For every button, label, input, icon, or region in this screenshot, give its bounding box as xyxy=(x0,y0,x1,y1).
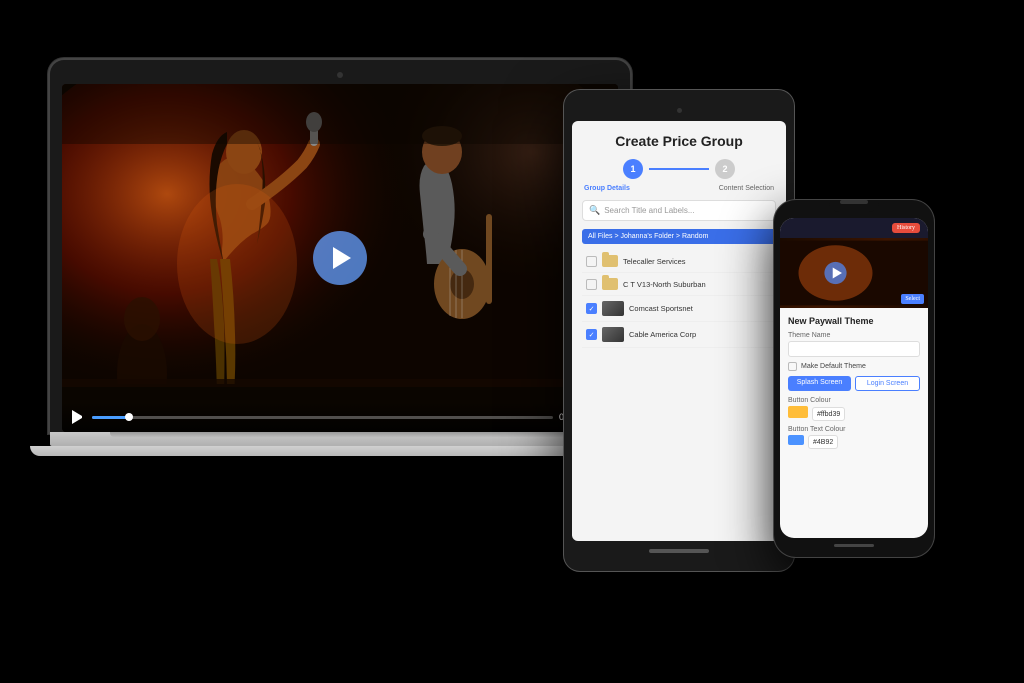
default-theme-row[interactable]: Make Default Theme xyxy=(788,362,920,371)
tablet-screen: Create Price Group 1 2 Group Details Con… xyxy=(572,121,786,541)
video-thumb-4 xyxy=(602,327,624,342)
phone-speaker xyxy=(840,200,868,204)
search-placeholder-text: Search Title and Labels... xyxy=(604,206,694,215)
phone-notch xyxy=(829,200,879,212)
phone-screen: History Select New Paywall Theme Theme N… xyxy=(780,218,928,538)
breadcrumb-bar: All Files > Johanna's Folder > Random xyxy=(582,229,776,244)
tablet-content: Create Price Group 1 2 Group Details Con… xyxy=(572,121,786,360)
laptop-camera xyxy=(337,72,343,78)
theme-name-label: Theme Name xyxy=(788,332,920,339)
laptop-device: 0:05 🔊 ⛶ xyxy=(50,60,630,456)
video-thumb-3 xyxy=(602,301,624,316)
file-name-4: Cable America Corp xyxy=(629,330,772,339)
breadcrumb-text: All Files > Johanna's Folder > Random xyxy=(588,233,708,240)
theme-name-input[interactable] xyxy=(788,341,920,357)
button-colour-label: Button Colour xyxy=(788,397,920,404)
step-labels: Group Details Content Selection xyxy=(582,185,776,192)
laptop-screen-outer: 0:05 🔊 ⛶ xyxy=(50,60,630,432)
checkbox-1[interactable] xyxy=(586,256,597,267)
checkbox-3[interactable]: ✓ xyxy=(586,303,597,314)
tablet-form-title: Create Price Group xyxy=(582,133,776,149)
screen-type-buttons: Splash Screen Login Screen xyxy=(788,376,920,391)
phone-home-bar xyxy=(834,544,874,547)
file-name-3: Comcast Sportsnet xyxy=(629,304,772,313)
folder-icon-1 xyxy=(602,255,618,267)
step-1-label: Group Details xyxy=(584,185,630,192)
tablet-device: Create Price Group 1 2 Group Details Con… xyxy=(564,90,794,571)
splash-screen-button[interactable]: Splash Screen xyxy=(788,376,851,391)
file-row-2[interactable]: C T V13-North Suburban xyxy=(582,273,776,296)
default-theme-checkbox[interactable] xyxy=(788,362,797,371)
tablet-home-bar xyxy=(649,549,709,553)
folder-icon-2 xyxy=(602,278,618,290)
phone-form-title: New Paywall Theme xyxy=(788,316,920,326)
concert-background: 0:05 🔊 ⛶ xyxy=(62,84,618,432)
step-2-number: 2 xyxy=(722,164,727,174)
search-bar[interactable]: 🔍 Search Title and Labels... xyxy=(582,200,776,221)
file-name-1: Telecaller Services xyxy=(623,257,772,266)
step-2-circle: 2 xyxy=(715,159,735,179)
video-controls-bar[interactable]: 0:05 🔊 ⛶ xyxy=(62,402,618,432)
button-text-colour-input[interactable]: #4B92 xyxy=(808,435,838,449)
checkbox-4[interactable]: ✓ xyxy=(586,329,597,340)
phone-header: History xyxy=(780,218,928,238)
button-text-colour-label: Button Text Colour xyxy=(788,426,920,433)
search-icon: 🔍 xyxy=(589,205,600,216)
phone-video-select-btn[interactable]: Select xyxy=(901,294,924,304)
file-name-2: C T V13-North Suburban xyxy=(623,280,772,289)
laptop-bottom xyxy=(30,446,650,456)
phone-video-thumbnail: Select xyxy=(780,238,928,308)
step-line xyxy=(649,168,709,170)
button-colour-swatch xyxy=(788,406,808,418)
progress-bar[interactable] xyxy=(92,416,553,419)
file-row-4[interactable]: ✓ Cable America Corp xyxy=(582,322,776,348)
laptop-screen: 0:05 🔊 ⛶ xyxy=(62,84,618,432)
progress-handle[interactable] xyxy=(125,413,133,421)
checkbox-2[interactable] xyxy=(586,279,597,290)
step-1-circle: 1 xyxy=(623,159,643,179)
main-scene: 0:05 🔊 ⛶ Create Price Group 1 xyxy=(0,0,1024,683)
history-button[interactable]: History xyxy=(892,223,920,233)
tablet-camera xyxy=(677,108,682,113)
stepper-row: 1 2 xyxy=(582,159,776,179)
file-row-3[interactable]: ✓ Comcast Sportsnet xyxy=(582,296,776,322)
play-control-icon[interactable] xyxy=(72,410,86,424)
play-icon xyxy=(333,247,351,269)
login-screen-button[interactable]: Login Screen xyxy=(855,376,920,391)
button-colour-input[interactable]: #ffbd39 xyxy=(812,407,845,421)
laptop-hinge xyxy=(110,432,570,437)
play-button[interactable] xyxy=(313,231,367,285)
laptop-base xyxy=(50,432,630,446)
phone-form-area: New Paywall Theme Theme Name Make Defaul… xyxy=(780,308,928,457)
progress-fill xyxy=(92,416,129,419)
step-1-number: 1 xyxy=(630,164,635,174)
button-text-colour-swatch xyxy=(788,435,804,445)
phone-device: History Select New Paywall Theme Theme N… xyxy=(774,200,934,557)
file-row-1[interactable]: Telecaller Services xyxy=(582,250,776,273)
step-2-label: Content Selection xyxy=(719,185,774,192)
default-theme-label: Make Default Theme xyxy=(801,363,866,370)
